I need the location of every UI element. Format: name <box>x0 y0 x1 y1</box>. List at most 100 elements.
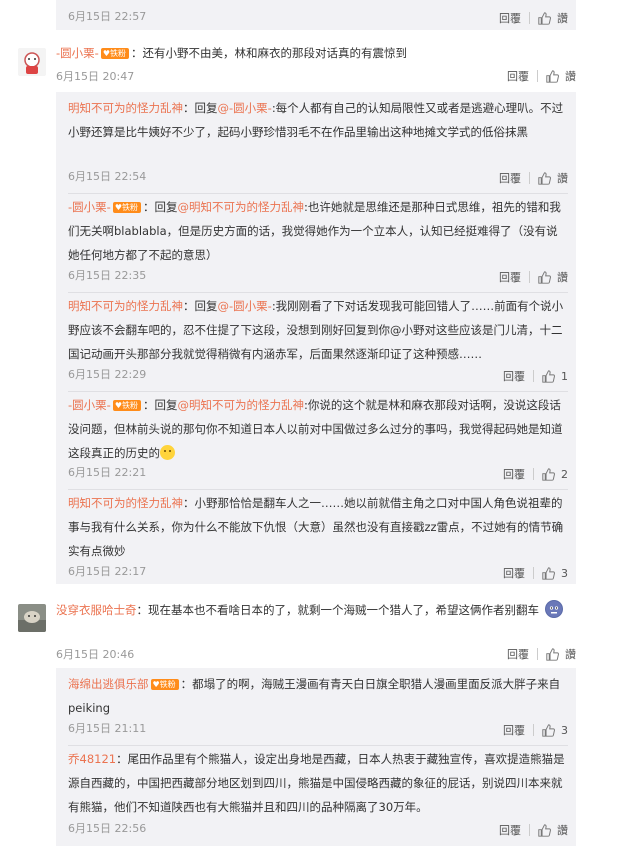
reply-time: 6月15日 21:11 <box>68 722 147 735</box>
reply-author[interactable]: 乔48121 <box>68 752 116 766</box>
divider <box>533 724 534 736</box>
reply-author[interactable]: 海绵出逃俱乐部 <box>68 677 149 691</box>
comment-time: 6月15日 20:46 <box>56 648 135 661</box>
reply-author[interactable]: -圆小栗- <box>68 398 111 412</box>
divider <box>529 12 530 24</box>
comment-text: ：现在基本也不看啥日本的了，就剩一个海贼一个猎人了，希望这俩作者别翻车 <box>136 603 540 617</box>
divider <box>537 648 538 660</box>
like-button[interactable]: 讚 <box>538 822 568 838</box>
sticker-icon <box>544 600 563 618</box>
reply-item: 明知不可为的怪力乱神：回复@-圆小栗-:我刚刚看了下对话发现我可能回错人了……前… <box>68 294 568 366</box>
like-button[interactable]: 讚 <box>546 646 576 662</box>
reply-text-block: 乔48121：尾田作品里有个熊猫人，设定出身地是西藏，日本人热衷于藏独宣传，喜欢… <box>68 747 568 819</box>
reply-author[interactable]: 明知不可为的怪力乱神 <box>68 101 183 115</box>
avatar[interactable] <box>18 48 46 76</box>
like-label: 讚 <box>565 648 576 661</box>
reply-button[interactable]: 回覆 <box>503 565 525 581</box>
reply-item: 明知不可为的怪力乱神：小野那恰恰是翻车人之一……她以前就借主角之口对中国人角色说… <box>68 491 568 563</box>
fan-badge: ♥铁粉 <box>112 202 141 213</box>
reply-item: 海绵出逃俱乐部 ♥铁粉 ：都塌了的啊，海贼王漫画有青天白日旗全职猎人漫画里面反派大胖… <box>68 672 568 720</box>
reply-button[interactable]: 回覆 <box>503 368 525 384</box>
reply-author[interactable]: 明知不可为的怪力乱神 <box>68 299 183 313</box>
thumbs-up-icon <box>542 369 555 383</box>
reply-divider <box>68 193 568 194</box>
reply-button[interactable]: 回覆 <box>503 466 525 482</box>
thumbs-up-icon <box>542 467 555 481</box>
reply-text-block: 明知不可为的怪力乱神：小野那恰恰是翻车人之一……她以前就借主角之口对中国人角色说… <box>68 491 568 563</box>
reply-button[interactable]: 回覆 <box>499 822 521 838</box>
like-button[interactable]: 讚 <box>546 68 576 84</box>
like-button[interactable]: 3 <box>542 724 568 737</box>
comment-body: 没穿衣服哈士奇：现在基本也不看啥日本的了，就剩一个海贼一个猎人了，希望这俩作者别… <box>56 598 576 622</box>
like-button[interactable]: 讚 <box>538 10 568 26</box>
comment-actions: 回覆 讚 <box>480 66 576 86</box>
like-label: 讚 <box>557 271 568 284</box>
like-button[interactable]: 3 <box>542 567 568 580</box>
mention-link[interactable]: @明知不可为的怪力乱神 <box>177 398 304 412</box>
avatar-image <box>18 48 46 76</box>
reply-text-block: 明知不可为的怪力乱神：回复@-圆小栗-:我刚刚看了下对话发现我可能回错人了……前… <box>68 299 564 361</box>
reply-time: 6月15日 22:57 <box>68 10 147 23</box>
fire-icon: ♥ <box>152 680 160 689</box>
divider <box>529 271 530 283</box>
comment-time: 6月15日 20:47 <box>56 70 135 83</box>
reply-text-block: 明知不可为的怪力乱神：回复@-圆小栗-:每个人都有自己的认知局限性又或者是逃避心… <box>68 101 564 139</box>
reply-item: 乔48121：尾田作品里有个熊猫人，设定出身地是西藏，日本人热衷于藏独宣传，喜欢… <box>68 747 568 819</box>
like-button[interactable]: 讚 <box>538 269 568 285</box>
reply-item: -圆小栗- ♥铁粉 ：回复@明知不可为的怪力乱神:也许她就是思维还是那种日式思维，祖… <box>68 195 568 267</box>
mention-link[interactable]: @明知不可为的怪力乱神 <box>177 200 304 214</box>
reply-text: ：尾田作品里有个熊猫人，设定出身地是西藏，日本人热衷于藏独宣传，喜欢提造熊猫是源… <box>68 752 565 814</box>
comment-author[interactable]: 没穿衣服哈士奇 <box>56 603 137 617</box>
avatar-image <box>18 604 46 632</box>
fan-badge: ♥铁粉 <box>112 400 141 411</box>
like-button[interactable]: 2 <box>542 468 568 481</box>
divider <box>529 824 530 836</box>
fire-icon: ♥ <box>114 401 122 410</box>
fire-icon: ♥ <box>102 49 110 58</box>
like-button[interactable]: 1 <box>542 370 568 383</box>
reply-time: 6月15日 22:54 <box>68 170 147 183</box>
reply-list: 明知不可为的怪力乱神：回复@-圆小栗-:每个人都有自己的认知局限性又或者是逃避心… <box>56 92 576 584</box>
like-label: 讚 <box>557 172 568 185</box>
reply-button[interactable]: 回覆 <box>507 68 529 84</box>
reply-button[interactable]: 回覆 <box>507 646 529 662</box>
mention-link[interactable]: @-圆小栗- <box>218 299 272 313</box>
reply-time: 6月15日 22:29 <box>68 368 147 381</box>
like-label: 讚 <box>557 12 568 25</box>
reply-block-top: 6月15日 22:57 回覆 讚 <box>56 0 576 30</box>
reply-list: 海绵出逃俱乐部 ♥铁粉 ：都塌了的啊，海贼王漫画有青天白日旗全职猎人漫画里面反派大胖… <box>56 668 576 846</box>
thumbs-up-icon <box>538 270 551 284</box>
reply-button[interactable]: 回覆 <box>499 170 521 186</box>
reply-time: 6月15日 22:17 <box>68 565 147 578</box>
like-button[interactable]: 讚 <box>538 170 568 186</box>
divider <box>533 468 534 480</box>
divider <box>533 567 534 579</box>
reply-author[interactable]: 明知不可为的怪力乱神 <box>68 496 183 510</box>
reply-text-block: 海绵出逃俱乐部 ♥铁粉 ：都塌了的啊，海贼王漫画有青天白日旗全职猎人漫画里面反派大胖… <box>68 672 568 720</box>
thumbs-up-icon <box>538 823 551 837</box>
reply-button[interactable]: 回覆 <box>499 10 521 26</box>
fan-badge: ♥铁粉 <box>150 679 179 690</box>
reply-divider <box>68 745 568 746</box>
fire-icon: ♥ <box>114 203 122 212</box>
comment-body: -圆小栗- ♥铁粉 ：还有小野不由美，林和麻衣的那段对话真的有震惊到 <box>56 44 596 62</box>
divider <box>533 370 534 382</box>
like-label: 讚 <box>565 70 576 83</box>
mention-link[interactable]: @-圆小栗- <box>218 101 272 115</box>
reply-divider <box>68 489 568 490</box>
like-count: 1 <box>561 369 568 383</box>
reply-author[interactable]: -圆小栗- <box>68 200 111 214</box>
divider <box>529 172 530 184</box>
like-count: 3 <box>561 566 568 580</box>
reply-button[interactable]: 回覆 <box>503 722 525 738</box>
thumbs-up-icon <box>542 723 555 737</box>
thumbs-up-icon <box>546 647 559 661</box>
comment-author[interactable]: -圆小栗- <box>56 46 99 60</box>
avatar[interactable] <box>18 604 46 632</box>
fan-badge: ♥铁粉 <box>100 48 129 59</box>
like-count: 2 <box>561 467 568 481</box>
reply-button[interactable]: 回覆 <box>499 269 521 285</box>
thumbs-up-icon <box>538 11 551 25</box>
like-label: 讚 <box>557 824 568 837</box>
reply-divider <box>68 391 568 392</box>
